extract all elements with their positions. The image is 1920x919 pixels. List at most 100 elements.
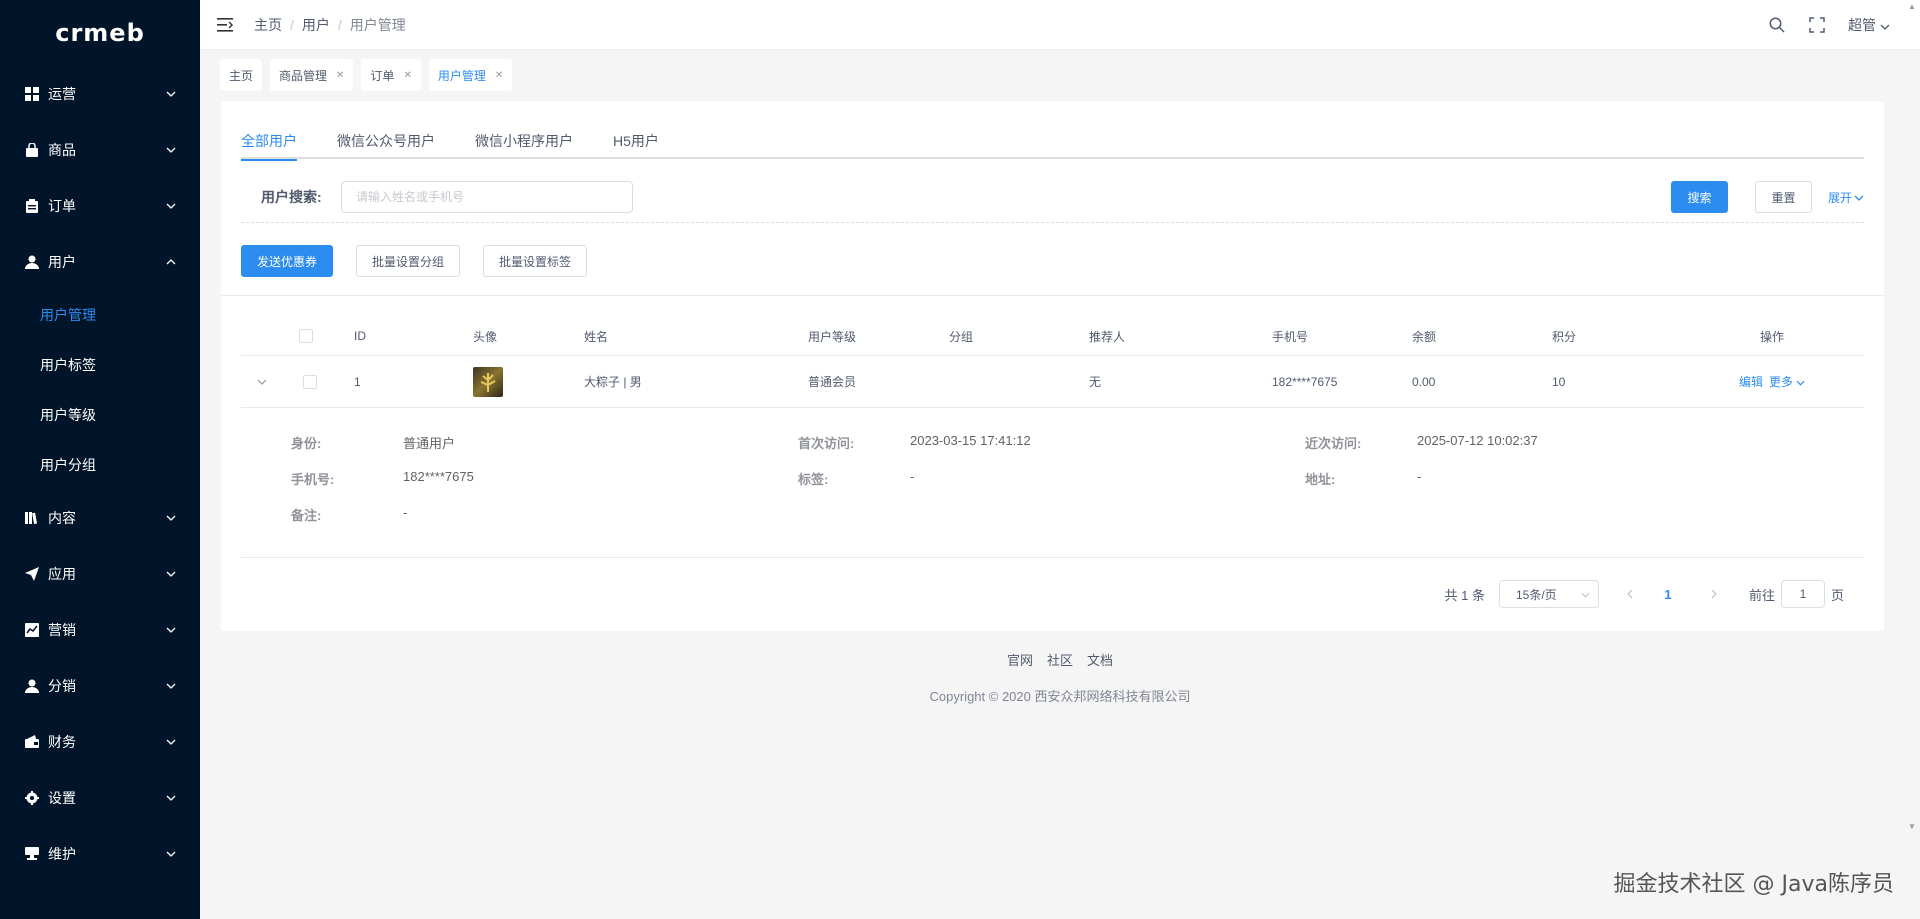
page-tab-home[interactable]: 主页 xyxy=(220,59,263,91)
fullscreen-icon[interactable] xyxy=(1808,16,1826,34)
page-size-value: 15条/页 xyxy=(1515,587,1557,602)
sidebar-item-app[interactable]: 应用 xyxy=(0,546,200,602)
avatar[interactable] xyxy=(473,356,503,407)
chevron-down-icon xyxy=(164,847,178,861)
batch-set-tag-button[interactable]: 批量设置标签 xyxy=(483,245,588,277)
gear-icon xyxy=(24,790,40,806)
page-number[interactable]: 1 xyxy=(1653,580,1683,608)
chevron-left-icon xyxy=(1627,589,1633,599)
more-dropdown[interactable]: 更多 xyxy=(1769,373,1805,390)
chevron-down-icon xyxy=(1581,587,1590,601)
sidebar-item-order[interactable]: 订单 xyxy=(0,178,200,234)
tab-wechat-miniprogram-users[interactable]: 微信小程序用户 xyxy=(475,129,573,159)
prev-page-button[interactable] xyxy=(1615,580,1645,608)
submenu-item-user-levels[interactable]: 用户等级 xyxy=(0,390,200,440)
column-header: 手机号 xyxy=(1272,329,1309,344)
user-type-tabs: 全部用户 微信公众号用户 微信小程序用户 H5用户 xyxy=(241,129,1864,161)
close-icon[interactable]: ✕ xyxy=(336,70,344,81)
sidebar-item-maintenance[interactable]: 维护 xyxy=(0,826,200,882)
logo[interactable]: crmeb xyxy=(0,0,200,66)
send-coupon-button[interactable]: 发送优惠券 xyxy=(241,245,333,277)
checkbox[interactable] xyxy=(299,329,313,343)
user-points: 10 xyxy=(1552,374,1566,389)
page-tab-user-management[interactable]: 用户管理 ✕ xyxy=(428,59,513,91)
user-name: 超管 xyxy=(1848,17,1876,33)
footer-link-community[interactable]: 社区 xyxy=(1047,650,1073,669)
sidebar-item-label: 运营 xyxy=(48,86,76,102)
detail-phone: 手机号: 182****7675 xyxy=(291,469,474,488)
submenu-item-user-management[interactable]: 用户管理 xyxy=(0,290,200,340)
sidebar: crmeb 运营 商品 订单 用户 用户管理 用户标签 用户等级 用户分组 内容… xyxy=(0,0,200,919)
breadcrumb-separator: / xyxy=(337,16,342,33)
detail-value: 2025-07-12 10:02:37 xyxy=(1417,433,1538,448)
tab-label: 订单 xyxy=(370,68,395,83)
breadcrumb-home[interactable]: 主页 xyxy=(254,15,282,35)
chevron-down-icon xyxy=(164,87,178,101)
sidebar-item-label: 订单 xyxy=(48,198,76,214)
chevron-down-icon xyxy=(164,567,178,581)
sidebar-item-marketing[interactable]: 营销 xyxy=(0,602,200,658)
batch-set-group-button[interactable]: 批量设置分组 xyxy=(356,245,461,277)
user-level: 普通会员 xyxy=(808,375,857,389)
submenu-item-user-tags[interactable]: 用户标签 xyxy=(0,340,200,390)
expand-row-icon[interactable] xyxy=(257,356,267,407)
footer-link-docs[interactable]: 文档 xyxy=(1087,650,1113,669)
row-checkbox[interactable] xyxy=(303,356,317,407)
batch-actions: 发送优惠券 批量设置分组 批量设置标签 xyxy=(241,245,588,277)
checkbox[interactable] xyxy=(303,374,317,389)
sidebar-item-label: 用户 xyxy=(48,254,76,270)
chevron-down-icon xyxy=(164,143,178,157)
dashboard-icon xyxy=(24,86,40,102)
sidebar-item-finance[interactable]: 财务 xyxy=(0,714,200,770)
search-input[interactable] xyxy=(341,181,633,213)
tab-wechat-official-users[interactable]: 微信公众号用户 xyxy=(337,129,435,159)
footer-link-website[interactable]: 官网 xyxy=(1007,650,1033,669)
select-all-checkbox[interactable] xyxy=(299,317,313,355)
sidebar-item-content[interactable]: 内容 xyxy=(0,490,200,546)
page-unit: 页 xyxy=(1830,587,1844,603)
search-icon[interactable] xyxy=(1768,16,1786,34)
next-page-button[interactable] xyxy=(1699,580,1729,608)
sidebar-item-settings[interactable]: 设置 xyxy=(0,770,200,826)
search-button[interactable]: 搜索 xyxy=(1671,181,1728,213)
sidebar-item-product[interactable]: 商品 xyxy=(0,122,200,178)
page-tab-product[interactable]: 商品管理 ✕ xyxy=(270,59,354,91)
detail-key: 备注: xyxy=(291,508,322,523)
column-header: ID xyxy=(354,329,366,343)
tab-label: 用户管理 xyxy=(437,68,486,83)
breadcrumb-user[interactable]: 用户 xyxy=(302,15,330,35)
column-header: 姓名 xyxy=(584,329,609,344)
menu-fold-icon[interactable] xyxy=(216,16,234,34)
tab-all-users[interactable]: 全部用户 xyxy=(241,129,297,161)
expand-filter-link[interactable]: 展开 xyxy=(1828,181,1864,213)
wallet-icon xyxy=(24,734,40,750)
scroll-up-icon[interactable]: ▲ xyxy=(1908,2,1918,12)
table-row: 1 大粽子 | 男 普通会员 无 182****7675 0.00 10 编辑 … xyxy=(241,356,1864,408)
sidebar-item-user[interactable]: 用户 xyxy=(0,234,200,290)
scroll-down-icon[interactable]: ▼ xyxy=(1908,822,1918,832)
goto-page-input[interactable] xyxy=(1780,580,1825,608)
sidebar-item-operation[interactable]: 运营 xyxy=(0,66,200,122)
edit-link[interactable]: 编辑 xyxy=(1739,373,1763,390)
more-label: 更多 xyxy=(1769,375,1794,389)
sidebar-item-label: 财务 xyxy=(48,734,76,750)
reset-button[interactable]: 重置 xyxy=(1755,181,1812,213)
page-tab-order[interactable]: 订单 ✕ xyxy=(361,59,421,91)
detail-value: - xyxy=(910,469,915,484)
close-icon[interactable]: ✕ xyxy=(495,70,503,81)
user-dropdown[interactable]: 超管 xyxy=(1848,15,1890,35)
breadcrumb-separator: / xyxy=(290,16,294,33)
total-count: 共 1 条 xyxy=(1444,587,1485,603)
chevron-down-icon xyxy=(164,199,178,213)
detail-key: 标签: xyxy=(798,472,829,487)
clipboard-icon xyxy=(24,198,40,214)
user-table: ID 头像 姓名 用户等级 分组 推荐人 手机号 余额 积分 操作 1 大粽子 … xyxy=(241,317,1864,558)
submenu-item-user-groups[interactable]: 用户分组 xyxy=(0,440,200,490)
sidebar-item-distribution[interactable]: 分销 xyxy=(0,658,200,714)
tab-h5-users[interactable]: H5用户 xyxy=(613,129,659,159)
sidebar-item-label: 维护 xyxy=(48,846,76,862)
close-icon[interactable]: ✕ xyxy=(403,70,411,81)
pagination: 共 1 条 15条/页 1 前往 页 xyxy=(1444,579,1844,609)
detail-key: 首次访问: xyxy=(798,436,855,451)
page-size-select[interactable]: 15条/页 xyxy=(1498,580,1599,608)
